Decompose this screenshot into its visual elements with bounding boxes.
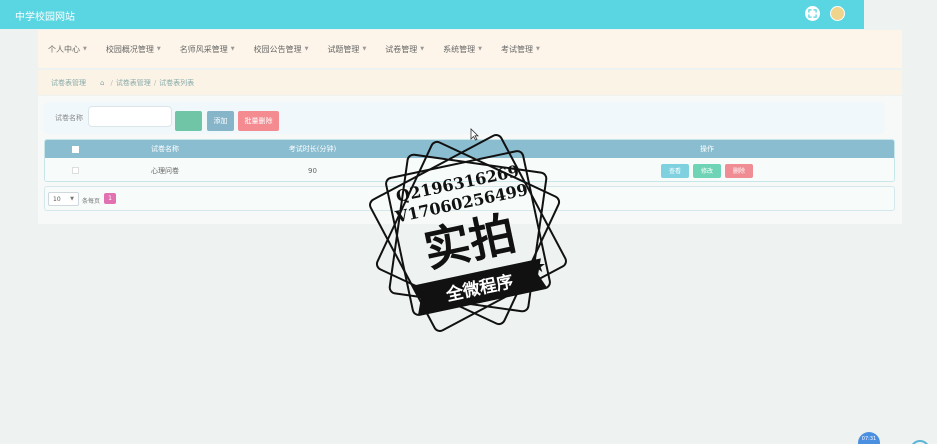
nav-label: 个人中心 (48, 44, 80, 54)
nav-item-announcements[interactable]: 校园公告管理 ▼ (254, 44, 309, 55)
nav-item-exams[interactable]: 考试管理 ▼ (501, 44, 540, 55)
breadcrumb-item-current: 试卷表列表 (159, 78, 195, 87)
assist-ring-icon[interactable] (910, 440, 930, 444)
breadcrumb-separator: / (153, 78, 157, 87)
row-check-cell (45, 167, 105, 174)
watermark-stamp: Q2196316269 V17060256499 实拍 全微程序 ★ ★ (369, 134, 567, 332)
breadcrumb-separator: / (110, 78, 113, 87)
batch-delete-button[interactable]: 批量删除 (238, 111, 279, 131)
nav-item-personal-center[interactable]: 个人中心 ▼ (48, 44, 87, 55)
chevron-down-icon: ▼ (536, 46, 540, 52)
nav-item-teachers[interactable]: 名师风采管理 ▼ (180, 44, 235, 55)
chevron-down-icon: ▼ (70, 196, 74, 202)
nav-item-papers[interactable]: 试卷管理 ▼ (385, 44, 424, 55)
breadcrumb: 试卷表管理 ⌂ / 试卷表管理 / 试卷表列表 (38, 70, 902, 95)
paper-name-input[interactable] (88, 106, 172, 127)
operations-cell: 查看 修改 删除 (520, 163, 894, 178)
user-avatar[interactable] (830, 6, 845, 21)
chevron-down-icon: ▼ (83, 46, 87, 52)
view-button[interactable]: 查看 (661, 163, 689, 178)
nav-label: 试题管理 (327, 44, 360, 54)
nav-label: 校园概况管理 (105, 44, 154, 54)
edit-button[interactable]: 修改 (693, 163, 721, 178)
chevron-down-icon: ▼ (362, 46, 367, 52)
star-icon: ★ (418, 286, 434, 307)
chevron-down-icon: ▼ (230, 46, 235, 52)
select-all-cell (45, 145, 105, 153)
search-label: 试卷名称 (55, 114, 83, 122)
page-number-active[interactable]: 1 (104, 193, 116, 204)
chevron-down-icon: ▼ (156, 46, 161, 52)
fullscreen-icon (808, 9, 817, 18)
select-all-checkbox[interactable] (71, 145, 79, 153)
nav-label: 名师风采管理 (179, 44, 228, 54)
page-heading: 试卷表管理 (51, 78, 86, 87)
search-button[interactable] (175, 111, 202, 131)
nav-label: 系统管理 (443, 44, 476, 54)
chevron-down-icon: ▼ (420, 46, 425, 52)
main-nav: 个人中心 ▼ 校园概况管理 ▼ 名师风采管理 ▼ 校园公告管理 ▼ 试题管理 ▼ 试卷管理… (38, 30, 902, 68)
nav-item-questions[interactable]: 试题管理 ▼ (327, 44, 366, 55)
delete-button[interactable]: 删除 (725, 163, 753, 178)
nav-label: 试卷管理 (385, 44, 418, 54)
nav-item-campus-overview[interactable]: 校园概况管理 ▼ (106, 44, 161, 55)
home-icon[interactable]: ⌂ (100, 79, 104, 87)
nav-item-system[interactable]: 系统管理 ▼ (443, 44, 482, 55)
nav-label: 考试管理 (501, 44, 534, 54)
column-header-name[interactable]: 试卷名称 (105, 144, 225, 154)
chevron-down-icon: ▼ (478, 46, 483, 52)
per-page-label: 条每页 (82, 198, 101, 205)
row-checkbox[interactable] (71, 167, 79, 174)
page-size-select[interactable]: 10 ▼ (48, 192, 79, 206)
nav-label: 校园公告管理 (253, 44, 302, 54)
paper-name-cell: 心理问卷 (151, 166, 179, 175)
breadcrumb-item[interactable]: 试卷表管理 (116, 78, 151, 88)
top-bar: 中学校园网站 (0, 0, 864, 29)
chevron-down-icon: ▼ (304, 46, 309, 52)
add-button[interactable]: 添加 (207, 111, 234, 131)
page-size-value: 10 (53, 195, 61, 203)
mouse-cursor-icon (470, 128, 479, 141)
fullscreen-button[interactable] (805, 6, 820, 21)
column-header-operations: 操作 (700, 145, 714, 153)
star-icon: ★ (530, 256, 546, 277)
clock-widget[interactable]: 07:31 (858, 432, 880, 444)
site-title: 中学校园网站 (15, 12, 75, 23)
